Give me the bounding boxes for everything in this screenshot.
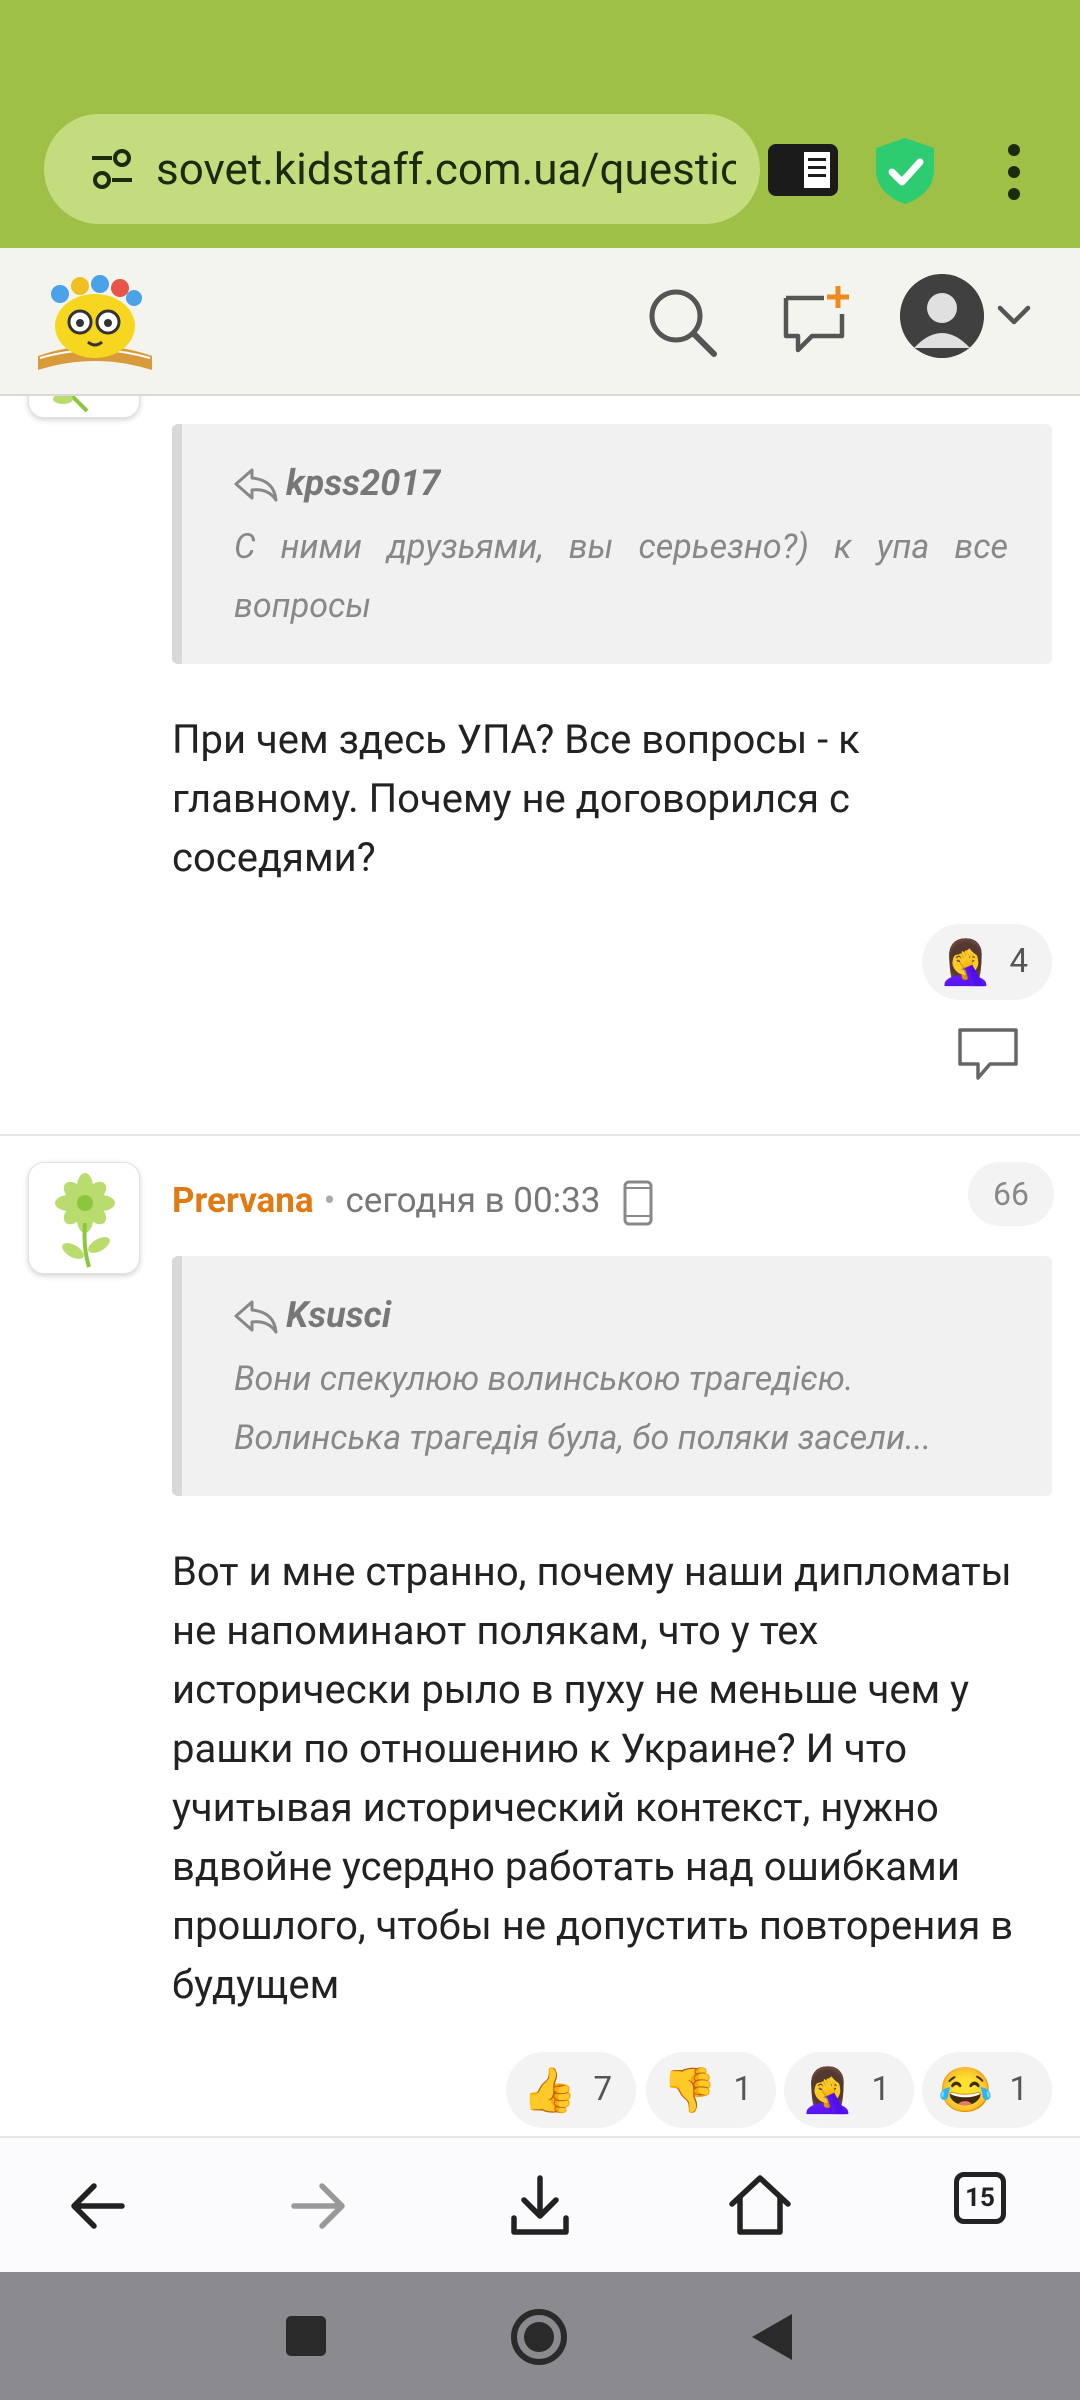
back-arrow-icon[interactable] bbox=[62, 2170, 134, 2242]
address-bar[interactable]: sovet.kidstaff.com.ua/questio bbox=[44, 114, 760, 224]
post-avatar[interactable] bbox=[28, 1162, 140, 1274]
quote-text-line: Вони спекулюю волинською трагедією. bbox=[234, 1359, 854, 1399]
quote-text: С ними друзьями, вы серьезно?) к упа все… bbox=[234, 527, 1008, 626]
tabs-counter-button[interactable]: 15 bbox=[954, 2172, 1006, 2224]
site-logo[interactable] bbox=[30, 266, 160, 378]
quote-author-name: Ksusci bbox=[286, 1294, 392, 1336]
search-icon[interactable] bbox=[646, 286, 718, 358]
reaction-count: 1 bbox=[871, 2070, 890, 2109]
flower-avatar-icon bbox=[53, 396, 89, 413]
user-icon bbox=[900, 274, 984, 358]
reaction-thumbs-up[interactable]: 👍 7 bbox=[506, 2052, 636, 2128]
post-divider bbox=[0, 1134, 1080, 1136]
back-triangle-icon[interactable] bbox=[748, 2312, 794, 2362]
site-settings-icon[interactable] bbox=[88, 146, 136, 192]
reply-comment-icon[interactable] bbox=[956, 1026, 1020, 1082]
recents-square-icon[interactable] bbox=[286, 2316, 326, 2356]
system-nav-bar bbox=[0, 2272, 1080, 2400]
reaction-emoji: 👎 bbox=[662, 2064, 717, 2116]
shield-icon[interactable] bbox=[872, 136, 938, 206]
reaction-facepalm[interactable]: 🤦‍♀️ 4 bbox=[922, 924, 1052, 1000]
quote-block: kpss2017 С ними друзьями, вы серьезно?) … bbox=[172, 424, 1052, 664]
user-avatar[interactable] bbox=[900, 274, 984, 358]
author-name[interactable]: Prervana bbox=[172, 1180, 314, 1221]
post-text: Вот и мне странно, почему наши дипломаты… bbox=[172, 1548, 1014, 2008]
reader-mode-icon[interactable] bbox=[766, 142, 840, 198]
reply-arrow-icon bbox=[234, 468, 278, 502]
quote-text-line: Волинська трагедія була, бо поляки засел… bbox=[234, 1418, 932, 1458]
post-number-badge[interactable]: 66 bbox=[968, 1162, 1054, 1226]
reaction-facepalm[interactable]: 🤦‍♀️ 1 bbox=[784, 2052, 914, 2128]
reaction-laughing[interactable]: 😂 1 bbox=[922, 2052, 1052, 2128]
flower-avatar-icon bbox=[55, 1173, 115, 1268]
home-icon[interactable] bbox=[724, 2170, 796, 2242]
forward-arrow-icon[interactable] bbox=[282, 2170, 354, 2242]
chevron-down-icon[interactable] bbox=[994, 300, 1034, 330]
reaction-emoji: 🤦‍♀️ bbox=[938, 936, 993, 988]
reaction-emoji: 👍 bbox=[522, 2064, 577, 2116]
quote-author: kpss2017 bbox=[232, 458, 440, 508]
browser-bottom-toolbar: 15 bbox=[0, 2136, 1080, 2272]
new-topic-icon[interactable] bbox=[780, 284, 852, 356]
meta-separator: • bbox=[323, 1180, 336, 1221]
site-header bbox=[0, 248, 1080, 396]
reaction-emoji: 🤦‍♀️ bbox=[800, 2064, 855, 2116]
post-avatar[interactable] bbox=[28, 396, 140, 418]
comments-feed: kpss2017 С ними друзьями, вы серьезно?) … bbox=[0, 396, 1080, 2136]
reaction-thumbs-down[interactable]: 👎 1 bbox=[646, 2052, 776, 2128]
post-time: сегодня в 00:33 bbox=[345, 1180, 601, 1221]
quote-author: Ksusci bbox=[232, 1290, 391, 1340]
reaction-count: 7 bbox=[593, 2070, 612, 2109]
quote-author-name: kpss2017 bbox=[286, 462, 441, 504]
reaction-count: 4 bbox=[1009, 942, 1028, 981]
browser-top-bar: sovet.kidstaff.com.ua/questio bbox=[0, 0, 1080, 248]
home-circle-icon[interactable] bbox=[510, 2308, 568, 2366]
mobile-device-icon bbox=[623, 1180, 653, 1226]
reaction-count: 1 bbox=[1009, 2070, 1028, 2109]
download-icon[interactable] bbox=[504, 2170, 576, 2242]
post-text: При чем здесь УПА? Все вопросы - к главн… bbox=[172, 716, 860, 881]
quote-block: Ksusci Вони спекулюю волинською трагедіє… bbox=[172, 1256, 1052, 1496]
menu-dots-icon[interactable] bbox=[996, 140, 1032, 204]
url-text[interactable]: sovet.kidstaff.com.ua/questio bbox=[156, 136, 736, 202]
reaction-count: 1 bbox=[733, 2070, 752, 2109]
post-meta: Prervana • сегодня в 00:33 bbox=[172, 1176, 653, 1226]
reply-arrow-icon bbox=[234, 1300, 278, 1334]
reaction-emoji: 😂 bbox=[938, 2064, 993, 2116]
